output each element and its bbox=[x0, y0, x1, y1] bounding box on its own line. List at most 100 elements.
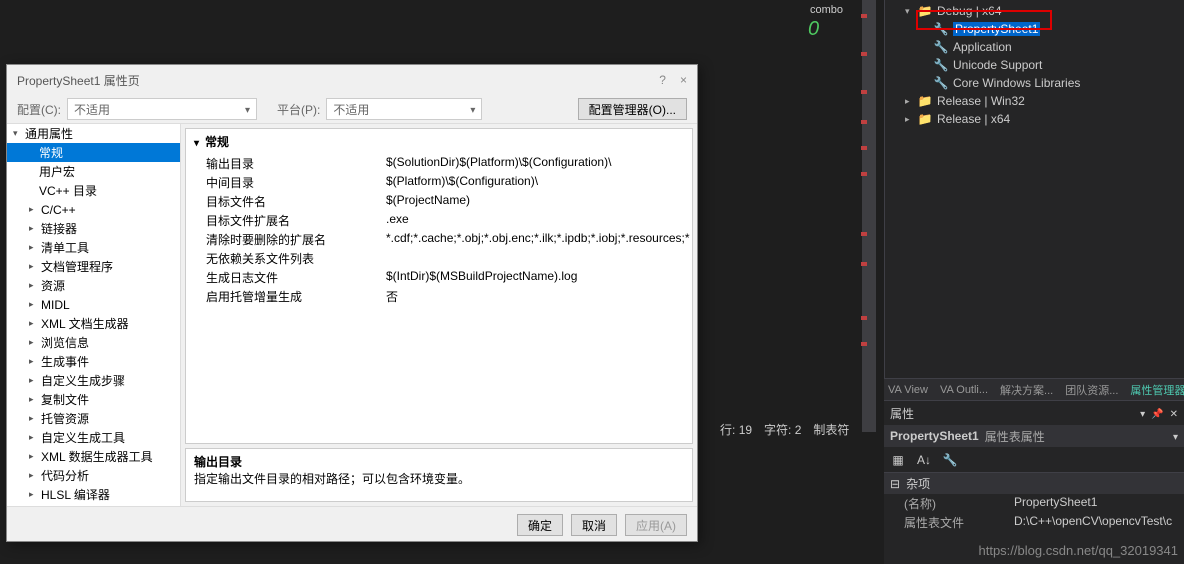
expand-icon[interactable] bbox=[29, 299, 41, 310]
tab-va-view[interactable]: VA View bbox=[888, 384, 928, 396]
ok-button[interactable]: 确定 bbox=[517, 514, 563, 536]
tree-label: Unicode Support bbox=[953, 58, 1042, 72]
tree-label: PropertySheet1 bbox=[953, 22, 1040, 36]
tree-node-propertysheet1[interactable]: 🔧 PropertySheet1 bbox=[885, 20, 1184, 38]
expand-icon[interactable] bbox=[29, 470, 41, 481]
grid-row[interactable]: 目标文件名$(ProjectName) bbox=[186, 192, 692, 211]
combo-value: 0 bbox=[808, 18, 819, 41]
grid-row[interactable]: 启用托管增量生成否 bbox=[186, 287, 692, 306]
dropdown-icon[interactable] bbox=[1140, 406, 1145, 420]
close-button[interactable]: × bbox=[680, 73, 687, 87]
cancel-button[interactable]: 取消 bbox=[571, 514, 617, 536]
scrollbar-track[interactable] bbox=[862, 0, 876, 432]
tab-solution[interactable]: 解决方案... bbox=[1000, 382, 1053, 398]
grid-row[interactable]: 生成日志文件$(IntDir)$(MSBuildProjectName).log bbox=[186, 268, 692, 287]
expand-icon[interactable] bbox=[29, 204, 41, 215]
tree-node-release-x64[interactable]: 📁 Release | x64 bbox=[885, 110, 1184, 128]
expand-icon[interactable] bbox=[29, 375, 41, 386]
expand-icon[interactable] bbox=[29, 337, 41, 348]
expand-icon[interactable] bbox=[29, 318, 41, 329]
combo-label: combo bbox=[810, 4, 843, 16]
tree-item[interactable]: 自定义生成工具 bbox=[7, 428, 180, 447]
tree-item[interactable]: XML 数据生成器工具 bbox=[7, 447, 180, 466]
scroll-marker bbox=[861, 232, 867, 236]
expand-icon[interactable] bbox=[29, 223, 41, 234]
expand-icon[interactable] bbox=[29, 261, 41, 272]
dialog-titlebar[interactable]: PropertySheet1 属性页 ? × bbox=[7, 65, 697, 95]
tree-node-debug-x64[interactable]: 📁 Debug | x64 bbox=[885, 2, 1184, 20]
expand-icon[interactable] bbox=[29, 242, 41, 253]
grid-row[interactable]: 输出目录$(SolutionDir)$(Platform)\$(Configur… bbox=[186, 154, 692, 173]
tree-item[interactable]: 文档管理程序 bbox=[7, 257, 180, 276]
scroll-marker bbox=[861, 262, 867, 266]
tree-item[interactable]: 链接器 bbox=[7, 219, 180, 238]
expand-icon[interactable] bbox=[29, 394, 41, 405]
apply-button[interactable]: 应用(A) bbox=[625, 514, 687, 536]
tree-item[interactable]: VC++ 目录 bbox=[7, 181, 180, 200]
collapse-icon[interactable] bbox=[194, 135, 199, 149]
tree-item[interactable]: HLSL 编译器 bbox=[7, 485, 180, 504]
grid-row[interactable]: 目标文件扩展名.exe bbox=[186, 211, 692, 230]
properties-subheader[interactable]: PropertySheet1 属性表属性 bbox=[884, 425, 1184, 447]
help-button[interactable]: ? bbox=[659, 73, 666, 87]
tab-team[interactable]: 团队资源... bbox=[1065, 382, 1118, 398]
tree-node-release-win32[interactable]: 📁 Release | Win32 bbox=[885, 92, 1184, 110]
properties-row[interactable]: 属性表文件 D:\C++\openCV\opencvTest\c bbox=[884, 513, 1184, 532]
config-combobox[interactable]: 不适用 bbox=[67, 98, 257, 120]
close-icon[interactable] bbox=[1170, 406, 1178, 420]
expand-icon[interactable] bbox=[29, 432, 41, 443]
collapse-icon[interactable] bbox=[890, 477, 900, 491]
tree-node-application[interactable]: 🔧 Application bbox=[885, 38, 1184, 56]
prop-value[interactable]: D:\C++\openCV\opencvTest\c bbox=[1014, 514, 1178, 531]
platform-combobox[interactable]: 不适用 bbox=[326, 98, 482, 120]
tree-item[interactable]: 资源 bbox=[7, 276, 180, 295]
tree-item-general[interactable]: 常规 bbox=[7, 143, 180, 162]
tree-item[interactable]: 生成事件 bbox=[7, 352, 180, 371]
expand-icon[interactable] bbox=[905, 6, 917, 17]
tree-label: Core Windows Libraries bbox=[953, 76, 1080, 90]
tree-node-corewin[interactable]: 🔧 Core Windows Libraries bbox=[885, 74, 1184, 92]
property-grid: 常规 输出目录$(SolutionDir)$(Platform)\$(Confi… bbox=[185, 128, 693, 444]
expand-icon[interactable] bbox=[29, 489, 41, 500]
pin-icon[interactable] bbox=[1151, 406, 1163, 420]
wrench-icon[interactable]: 🔧 bbox=[940, 450, 960, 470]
tree-item[interactable]: 自定义生成步骤 bbox=[7, 371, 180, 390]
tree-root[interactable]: 通用属性 bbox=[7, 124, 180, 143]
tab-va-outline[interactable]: VA Outli... bbox=[940, 384, 988, 396]
properties-category[interactable]: 杂项 bbox=[884, 473, 1184, 494]
tree-item[interactable]: MIDL bbox=[7, 295, 180, 314]
tree-item[interactable]: 浏览信息 bbox=[7, 333, 180, 352]
tree-item[interactable]: C/C++ bbox=[7, 200, 180, 219]
tree-item[interactable]: 清单工具 bbox=[7, 238, 180, 257]
expand-icon[interactable] bbox=[29, 451, 41, 462]
category-label: 杂项 bbox=[906, 475, 930, 492]
expand-icon[interactable] bbox=[29, 413, 41, 424]
grid-row[interactable]: 无依赖关系文件列表 bbox=[186, 249, 692, 268]
tab-property-manager[interactable]: 属性管理器 bbox=[1130, 382, 1184, 398]
expand-icon[interactable] bbox=[905, 114, 917, 125]
tree-item[interactable]: XML 文档生成器 bbox=[7, 314, 180, 333]
dropdown-icon[interactable] bbox=[1173, 429, 1178, 443]
expand-icon[interactable] bbox=[29, 280, 41, 291]
expand-icon[interactable] bbox=[13, 128, 25, 139]
properties-object-name: PropertySheet1 bbox=[890, 429, 979, 443]
prop-value[interactable]: PropertySheet1 bbox=[1014, 495, 1178, 512]
scroll-marker bbox=[861, 342, 867, 346]
config-manager-button[interactable]: 配置管理器(O)... bbox=[578, 98, 687, 120]
tree-item[interactable]: 代码分析 bbox=[7, 466, 180, 485]
grid-row[interactable]: 清除时要删除的扩展名*.cdf;*.cache;*.obj;*.obj.enc;… bbox=[186, 230, 692, 249]
properties-panel: 属性 PropertySheet1 属性表属性 ▦ A↓ 🔧 杂项 (名称) bbox=[884, 400, 1184, 564]
scroll-marker bbox=[861, 90, 867, 94]
tree-label: Application bbox=[953, 40, 1012, 54]
alphabetize-button[interactable]: A↓ bbox=[914, 450, 934, 470]
grid-row[interactable]: 中间目录$(Platform)\$(Configuration)\ bbox=[186, 173, 692, 192]
tree-item[interactable]: 托管资源 bbox=[7, 409, 180, 428]
expand-icon[interactable] bbox=[29, 356, 41, 367]
tree-item[interactable]: 用户宏 bbox=[7, 162, 180, 181]
tree-item[interactable]: 复制文件 bbox=[7, 390, 180, 409]
grid-category[interactable]: 常规 bbox=[186, 129, 692, 154]
categorize-button[interactable]: ▦ bbox=[888, 450, 908, 470]
tree-node-unicode[interactable]: 🔧 Unicode Support bbox=[885, 56, 1184, 74]
expand-icon[interactable] bbox=[905, 96, 917, 107]
properties-row[interactable]: (名称) PropertySheet1 bbox=[884, 494, 1184, 513]
